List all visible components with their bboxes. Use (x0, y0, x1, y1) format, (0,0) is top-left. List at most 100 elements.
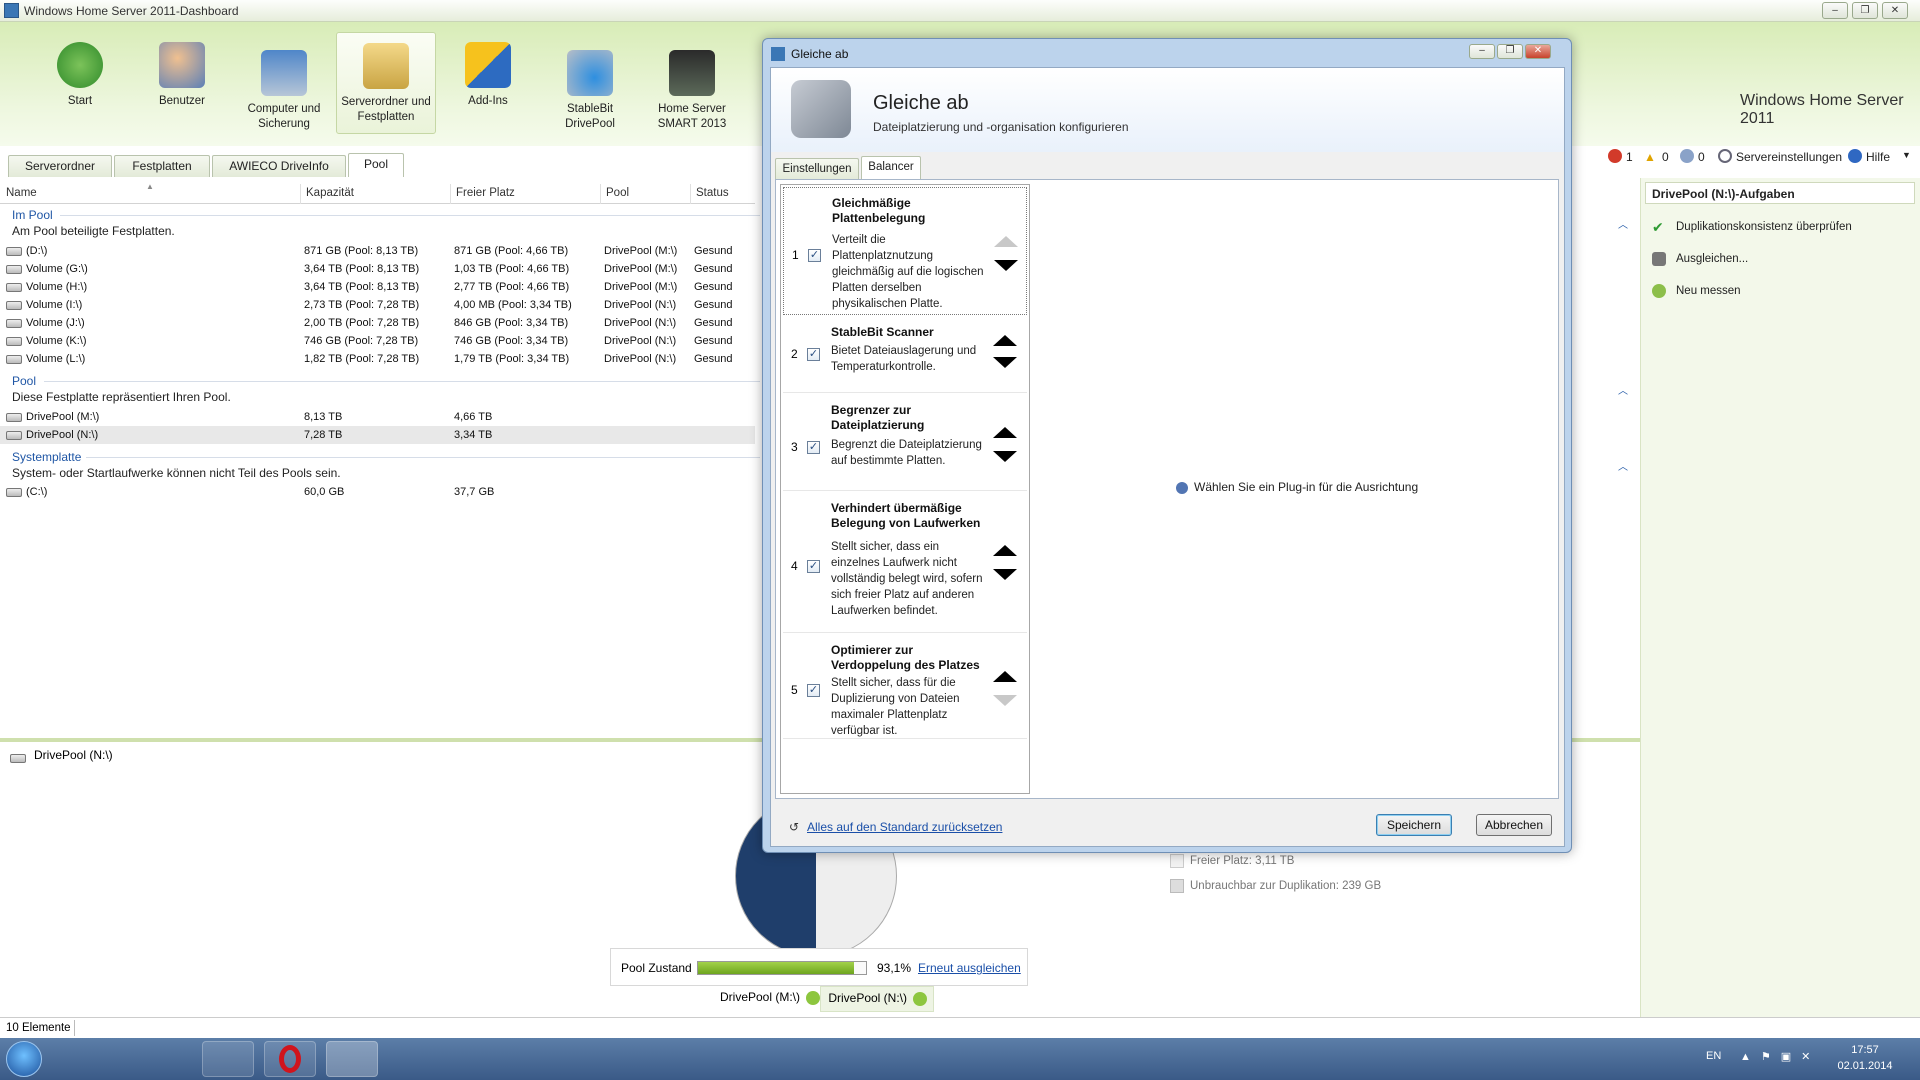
table-row[interactable]: Volume (H:\) 3,64 TB (Pool: 8,13 TB) 2,77 … (0, 278, 755, 296)
column-free[interactable]: Freier Platz (456, 187, 515, 199)
move-down-icon[interactable] (993, 695, 1017, 706)
minimize-button[interactable]: – (1822, 2, 1848, 19)
table-row[interactable]: Volume (J:\) 2,00 TB (Pool: 7,28 TB) 846 G… (0, 314, 755, 332)
cell-cap: 2,73 TB (Pool: 7,28 TB) (304, 299, 420, 311)
tab-pool[interactable]: Pool (348, 153, 404, 177)
reset-defaults-link[interactable]: Alles auf den Standard zurücksetzen (807, 820, 1002, 834)
nav-home-server-smart[interactable]: Home Server SMART 2013 (642, 40, 742, 142)
taskbar-explorer-icon[interactable] (202, 1041, 254, 1077)
pool-selector-n[interactable]: DrivePool (N:\) (820, 986, 934, 1012)
nav-benutzer[interactable]: Benutzer (132, 32, 232, 134)
drive-icon (6, 319, 22, 328)
maximize-button[interactable]: ❐ (1852, 2, 1878, 19)
move-up-icon[interactable] (993, 427, 1017, 438)
taskbar-powershell-icon[interactable] (140, 1041, 192, 1077)
taskbar-dashboard-icon[interactable] (326, 1041, 378, 1077)
close-button[interactable]: ✕ (1882, 2, 1908, 19)
plugin-number: 4 (791, 559, 798, 573)
plugin-hint-text: Wählen Sie ein Plug-in für die Ausrichtu… (1194, 480, 1419, 494)
pool-selector-m[interactable]: DrivePool (M:\) (700, 990, 820, 1005)
plugin-checkbox[interactable]: ✓ (808, 249, 821, 262)
error-icon[interactable] (1608, 149, 1622, 163)
tab-festplatten[interactable]: Festplatten (114, 155, 210, 177)
move-up-icon[interactable] (993, 671, 1017, 682)
plugin-number: 2 (791, 347, 798, 361)
nav-computer[interactable]: Computer und Sicherung (234, 40, 334, 142)
plugin-item[interactable]: 1 ✓ Gleichmäßige Plattenbelegung Verteilt d… (783, 187, 1027, 315)
plugin-item[interactable]: 3 ✓ Begrenzer zur Dateiplatzierung Begrenzt… (783, 395, 1027, 491)
tab-awieco-driveinfo[interactable]: AWIECO DriveInfo (212, 155, 346, 177)
app-icon (4, 3, 19, 18)
column-name[interactable]: Name (6, 187, 37, 199)
help-link[interactable]: Hilfe (1866, 150, 1890, 164)
tray-icons[interactable]: ▲⚑▣✕ (1740, 1050, 1820, 1063)
info-icon[interactable] (1680, 149, 1694, 163)
taskbar-opera-icon[interactable] (264, 1041, 316, 1077)
cell-name: (C:\) (26, 486, 48, 498)
move-up-icon[interactable] (993, 545, 1017, 556)
cell-pool: DrivePool (N:\) (604, 335, 677, 347)
detail-drive-name: DrivePool (N:\) (34, 748, 113, 762)
cell-name: Volume (J:\) (26, 317, 85, 329)
plugin-number: 3 (791, 440, 798, 454)
collapse-icon[interactable]: ︿ (1618, 458, 1628, 473)
plugin-item[interactable]: 4 ✓ Verhindert übermäßige Belegung von Lau… (783, 493, 1027, 633)
table-row[interactable]: Volume (I:\) 2,73 TB (Pool: 7,28 TB) 4,00 … (0, 296, 755, 314)
table-row[interactable]: (C:\) 60,0 GB 37,7 GB (0, 483, 755, 501)
tab-serverordner[interactable]: Serverordner (8, 155, 112, 177)
tab-balancer[interactable]: Balancer (861, 156, 921, 180)
cell-status: Gesund (694, 317, 733, 329)
chevron-down-icon[interactable]: ▼ (1902, 150, 1911, 160)
move-down-icon[interactable] (993, 569, 1017, 580)
plugin-checkbox[interactable]: ✓ (807, 348, 820, 361)
dialog-maximize-button[interactable]: ❐ (1497, 44, 1523, 59)
dialog-heading: Gleiche ab (873, 92, 969, 114)
pool-selector-label: DrivePool (N:\) (828, 991, 907, 1005)
task-label: Duplikationskonsistenz überprüfen (1676, 221, 1852, 233)
taskbar-server-manager-icon[interactable] (78, 1041, 130, 1077)
warning-icon[interactable]: ▲ (1644, 150, 1656, 164)
move-up-icon[interactable] (994, 236, 1018, 247)
rebalance-link[interactable]: Erneut ausgleichen (918, 961, 1021, 975)
cancel-button[interactable]: Abbrechen (1476, 814, 1552, 836)
dialog-close-button[interactable]: ✕ (1525, 44, 1551, 59)
column-capacity[interactable]: Kapazität (306, 187, 354, 199)
plugin-checkbox[interactable]: ✓ (807, 441, 820, 454)
table-row[interactable]: (D:\) 871 GB (Pool: 8,13 TB) 871 GB (Pool:… (0, 242, 755, 260)
column-pool[interactable]: Pool (606, 187, 629, 199)
tab-einstellungen[interactable]: Einstellungen (775, 158, 859, 180)
smart-icon (669, 50, 715, 96)
balance-dialog: Gleiche ab – ❐ ✕ Gleiche ab Dateiplatzie… (762, 38, 1572, 853)
group-divider (60, 215, 760, 216)
move-up-icon[interactable] (993, 335, 1017, 346)
plugin-item[interactable]: 2 ✓ StableBit Scanner Bietet Dateiauslageru… (783, 317, 1027, 393)
table-row[interactable]: Volume (L:\) 1,82 TB (Pool: 7,28 TB) 1,79 … (0, 350, 755, 368)
nav-label: Home Server SMART 2013 (657, 103, 727, 130)
save-button[interactable]: Speichern (1376, 814, 1452, 836)
nav-addins[interactable]: Add-Ins (438, 32, 538, 134)
nav-start[interactable]: Start (30, 32, 130, 134)
nav-stablebit-drivepool[interactable]: StableBit DrivePool (540, 40, 640, 142)
move-down-icon[interactable] (994, 260, 1018, 271)
collapse-icon[interactable]: ︿ (1618, 216, 1628, 231)
nav-serverordner[interactable]: Serverordner und Festplatten (336, 32, 436, 134)
taskbar-clock[interactable]: 17:57 02.01.2014 (1820, 1042, 1910, 1074)
table-row[interactable]: Volume (K:\) 746 GB (Pool: 7,28 TB) 746 GB… (0, 332, 755, 350)
table-row[interactable]: DrivePool (N:\) 7,28 TB 3,34 TB (0, 426, 755, 444)
move-down-icon[interactable] (993, 357, 1017, 368)
move-down-icon[interactable] (993, 451, 1017, 462)
start-orb-icon[interactable] (6, 1041, 42, 1077)
table-row[interactable]: DrivePool (M:\) 8,13 TB 4,66 TB (0, 408, 755, 426)
dialog-minimize-button[interactable]: – (1469, 44, 1495, 59)
column-status[interactable]: Status (696, 187, 729, 199)
nav-label: Add-Ins (468, 95, 508, 107)
language-indicator[interactable]: EN (1706, 1050, 1721, 1062)
collapse-icon[interactable]: ︿ (1618, 382, 1628, 397)
plugin-item[interactable]: 5 ✓ Optimierer zur Verdoppelung des Platze… (783, 635, 1027, 739)
table-row[interactable]: Volume (G:\) 3,64 TB (Pool: 8,13 TB) 1,03 … (0, 260, 755, 278)
plugin-checkbox[interactable]: ✓ (807, 560, 820, 573)
pool-state-fill (698, 962, 855, 974)
plugin-checkbox[interactable]: ✓ (807, 684, 820, 697)
server-settings-link[interactable]: Servereinstellungen (1736, 150, 1842, 164)
info-count: 0 (1698, 150, 1705, 164)
